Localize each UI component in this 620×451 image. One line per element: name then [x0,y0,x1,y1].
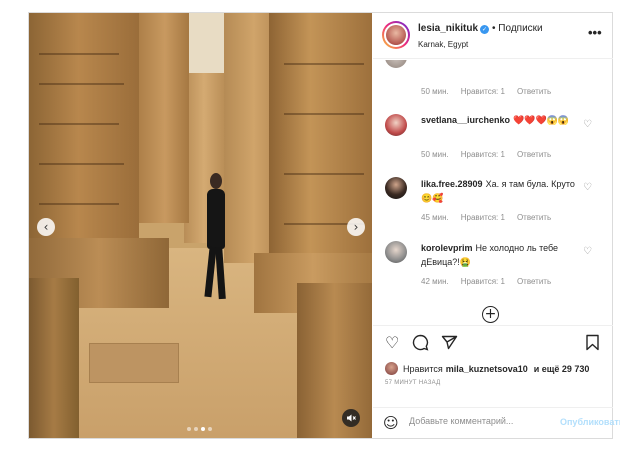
reply-button[interactable]: Ответить [517,213,551,222]
comment-body: ❤️❤️❤️😱😱 [513,115,570,125]
figure-leg [215,246,226,300]
commenter-avatar[interactable] [385,60,407,68]
hieroglyph-line [39,53,119,55]
comment-time[interactable]: 42 мин. [421,277,449,286]
save-bookmark-icon[interactable] [585,334,600,355]
likes-summary: Нравится mila_kuznetsova10 и ещё 29 730 [385,362,592,375]
post-actions: ♡ Нравится mila_kuznetsova10 и ещё 29 73… [373,325,613,391]
commenter-avatar[interactable] [385,241,407,263]
comment-bubble-icon[interactable] [412,334,429,355]
location-link[interactable]: Karnak, Egypt [418,40,468,49]
post-media-video[interactable]: ‹ › [29,13,372,438]
comment-meta: 45 мин. Нравится: 1 Ответить [421,213,563,222]
likes-count[interactable]: и ещё 29 730 [534,364,590,374]
hieroglyph-line [284,63,364,65]
likes-prefix: Нравится [403,363,443,374]
comment-likes[interactable]: Нравится: 1 [461,277,505,286]
author-username[interactable]: lesia_nikituk [418,23,478,34]
comment-likes[interactable]: Нравится: 1 [461,213,505,222]
hieroglyph-line [39,123,119,125]
mute-icon[interactable] [342,409,360,427]
add-comment-bar: ☺ Опубликовать [373,407,620,438]
figure-head [210,173,222,189]
pillar-foreground [29,278,79,438]
post-header: lesia_nikituk ✓ • Подписки Karnak, Egypt •… [373,13,613,59]
commenter-avatar[interactable] [385,177,407,199]
liker-username[interactable]: mila_kuznetsova10 [446,364,528,374]
load-more-comments-icon[interactable]: + [482,306,499,323]
emoji-smile-icon[interactable]: ☺ [383,414,399,432]
post-sidebar: lesia_nikituk ✓ • Подписки Karnak, Egypt •… [373,13,620,438]
comment-text: lika.free.28909 Ха. я там була. Круто😊🥰 [421,177,581,205]
woman-figure [201,173,231,303]
comment-time[interactable]: 50 мин. [421,150,449,159]
chevron-right-icon[interactable]: › [347,218,365,236]
carousel-dots [187,427,212,431]
like-comment-heart-icon[interactable]: ♡ [583,119,592,130]
carousel-dot [187,427,191,431]
bookmark-svg [586,334,599,351]
header-user-line: lesia_nikituk ✓ • Подписки [418,23,543,34]
carousel-dot-active [201,427,205,431]
post-timestamp[interactable]: 57 МИНУТ НАЗАД [385,380,440,386]
hieroglyph-line [39,203,119,205]
like-comment-heart-icon[interactable]: ♡ [583,182,592,193]
hieroglyph-line [39,163,124,165]
comment-likes[interactable]: Нравится: 1 [461,87,505,96]
reply-button[interactable]: Ответить [517,87,551,96]
story-ring-avatar[interactable] [382,21,410,49]
comment-text: korolevprim Не холодно ль тебе дЕвица?!🤮 [421,241,581,269]
verified-badge-icon: ✓ [480,25,490,34]
more-options-icon[interactable]: ••• [588,25,602,40]
comments-list[interactable]: 50 мин. Нравится: 1 Ответить svetlana__iur… [373,60,613,323]
following-status-button[interactable]: • Подписки [492,23,543,34]
comment-username[interactable]: korolevprim [421,243,473,253]
avatar [386,25,406,45]
comment-time[interactable]: 50 мин. [421,87,449,96]
paper-plane-svg [441,335,458,350]
share-paper-plane-icon[interactable] [441,334,458,355]
reply-button[interactable]: Ответить [517,277,551,286]
carousel-dot [208,427,212,431]
liker-avatar[interactable] [385,362,398,375]
comment-meta: 50 мин. Нравится: 1 Ответить [421,150,563,159]
like-comment-heart-icon[interactable]: ♡ [583,246,592,257]
instagram-post: ‹ › lesia_nikituk ✓ • Подписки Karnak, Egy… [28,12,620,439]
pillar-foreground [297,283,372,438]
comment-meta: 50 мин. Нравится: 1 Ответить [421,87,563,96]
chevron-left-icon[interactable]: ‹ [37,218,55,236]
figure-body [207,189,225,249]
commenter-avatar[interactable] [385,114,407,136]
publish-button[interactable]: Опубликовать [560,417,620,427]
comment-username[interactable]: lika.free.28909 [421,179,483,189]
pillar [29,13,139,243]
stone-slab [89,343,179,383]
comment-username[interactable]: svetlana__iurchenko [421,115,510,125]
comment-text: svetlana__iurchenko ❤️❤️❤️😱😱 [421,113,581,127]
speaker-muted-icon [347,414,356,422]
comment-input[interactable] [409,416,549,426]
comment-likes[interactable]: Нравится: 1 [461,150,505,159]
like-heart-icon[interactable]: ♡ [385,334,399,352]
comment-meta: 42 мин. Нравится: 1 Ответить [421,277,563,286]
hieroglyph-line [39,83,124,85]
hieroglyph-line [284,173,364,175]
carousel-dot [194,427,198,431]
reply-button[interactable]: Ответить [517,150,551,159]
hieroglyph-line [284,113,364,115]
comment-bubble-svg [412,334,429,351]
comment-time[interactable]: 45 мин. [421,213,449,222]
